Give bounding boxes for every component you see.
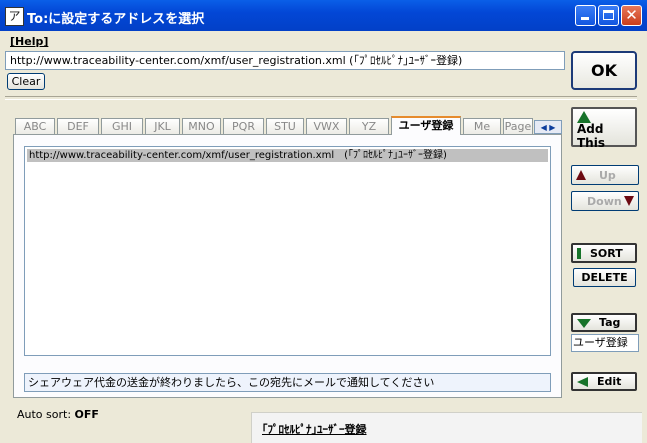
delete-button[interactable]: DELETE — [573, 268, 636, 287]
list-item[interactable]: http://www.traceability-center.com/xmf/u… — [27, 149, 548, 162]
tab-page[interactable]: Page — [503, 118, 533, 134]
down-label: Down — [587, 195, 622, 208]
sort-icon — [577, 248, 581, 259]
tab-stu[interactable]: STU — [266, 118, 304, 134]
tag-input[interactable]: ユーザ登録 — [571, 334, 639, 352]
divider — [5, 96, 637, 100]
add-this-button[interactable]: Add This — [571, 107, 637, 150]
sort-label: SORT — [590, 247, 623, 260]
maximize-button[interactable] — [598, 5, 619, 26]
tag-button[interactable]: Tag — [571, 313, 637, 332]
window-title: To:に設定するアドレスを選択 — [27, 12, 205, 27]
tab-pqr[interactable]: PQR — [223, 118, 264, 134]
down-triangle-icon — [577, 319, 591, 328]
edit-button[interactable]: Edit — [571, 372, 637, 391]
tab-user-registration[interactable]: ユーザ登録 — [391, 116, 461, 135]
tab-yz[interactable]: YZ — [349, 118, 389, 134]
notice-text: シェアウェア代金の送金が終わりましたら、この宛先にメールで通知してください — [24, 373, 551, 392]
close-button[interactable]: ✕ — [621, 5, 642, 26]
chevron-left-icon[interactable]: ◀ — [541, 123, 547, 132]
maximize-icon — [599, 6, 618, 25]
bottom-title[interactable]: ｢ﾌﾟﾛｾﾙﾋﾟﾅ｣ﾕｰｻﾞｰ登録 — [262, 421, 367, 437]
add-this-label: Add This — [577, 122, 605, 150]
auto-sort-status[interactable]: Auto sort: OFF — [17, 408, 99, 421]
app-icon[interactable]: ア — [5, 7, 24, 26]
address-list[interactable]: http://www.traceability-center.com/xmf/u… — [24, 146, 551, 356]
edit-label: Edit — [597, 375, 622, 388]
down-button[interactable]: Down — [571, 191, 639, 211]
up-arrow-icon — [576, 170, 586, 180]
auto-sort-value: OFF — [74, 408, 99, 421]
auto-sort-label: Auto sort: — [17, 408, 72, 421]
sort-button[interactable]: SORT — [571, 243, 637, 263]
url-input[interactable]: http://www.traceability-center.com/xmf/u… — [5, 51, 565, 70]
tab-me[interactable]: Me — [463, 118, 501, 134]
tab-strip: ABC DEF GHI JKL MNO PQR STU VWX YZ ユーザ登録… — [15, 116, 535, 135]
tab-ghi[interactable]: GHI — [101, 118, 143, 134]
tag-label: Tag — [599, 316, 621, 329]
tab-mno[interactable]: MNO — [182, 118, 221, 134]
ok-button[interactable]: OK — [571, 51, 637, 90]
up-button[interactable]: Up — [571, 165, 639, 185]
left-triangle-icon — [577, 377, 588, 387]
help-link[interactable]: [Help] — [10, 35, 48, 48]
down-arrow-icon — [624, 196, 634, 206]
clear-button[interactable]: Clear — [7, 73, 45, 90]
tab-def[interactable]: DEF — [57, 118, 99, 134]
chevron-right-icon[interactable]: ▶ — [549, 123, 555, 132]
tab-abc[interactable]: ABC — [15, 118, 55, 134]
minimize-icon — [576, 6, 595, 25]
up-label: Up — [599, 169, 616, 182]
tab-scroll-arrows[interactable]: ◀ ▶ — [534, 120, 562, 134]
title-bar: ア To:に設定するアドレスを選択 ✕ — [0, 0, 647, 31]
tab-vwx[interactable]: VWX — [306, 118, 347, 134]
bottom-panel: ｢ﾌﾟﾛｾﾙﾋﾟﾅ｣ﾕｰｻﾞｰ登録 — [251, 412, 642, 443]
tab-jkl[interactable]: JKL — [145, 118, 180, 134]
close-icon: ✕ — [625, 6, 638, 24]
minimize-button[interactable] — [575, 5, 596, 26]
